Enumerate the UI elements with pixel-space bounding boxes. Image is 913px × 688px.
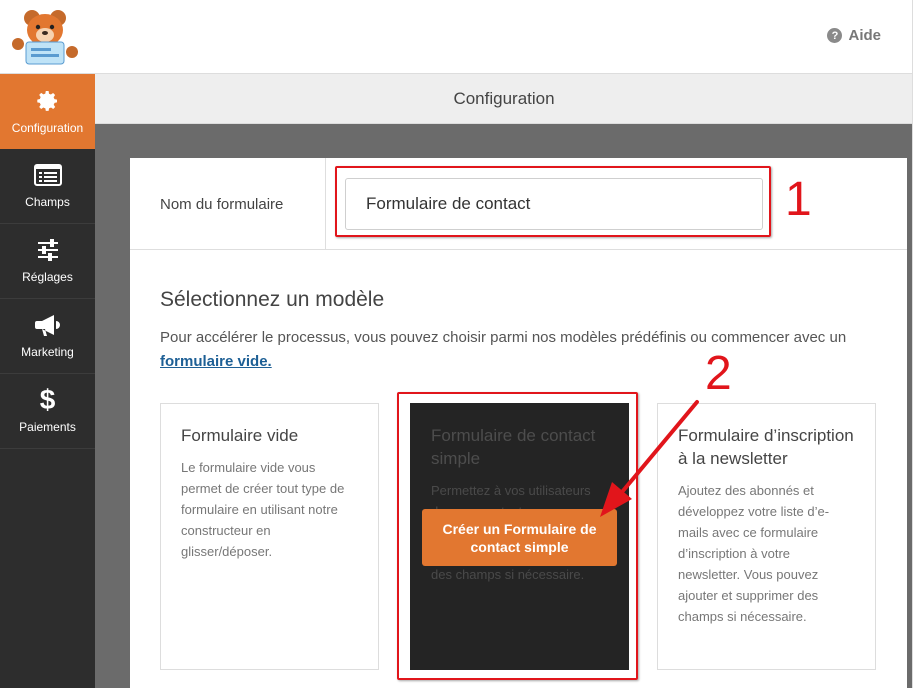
dollar-icon: $ [39, 384, 56, 415]
list-icon [33, 163, 62, 187]
annotation-box-form-name [335, 166, 771, 237]
blank-form-link[interactable]: formulaire vide. [160, 353, 272, 370]
template-section-description: Pour accélérer le processus, vous pouvez… [160, 326, 880, 374]
sidebar-item-reglages[interactable]: Réglages [0, 224, 95, 299]
template-card-title: Formulaire d’inscription à la newsletter [678, 426, 854, 468]
sidebar-item-marketing[interactable]: Marketing [0, 299, 95, 374]
megaphone-icon [34, 313, 62, 337]
form-name-label: Nom du formulaire [130, 158, 326, 250]
sidebar-item-label: Configuration [11, 120, 84, 135]
top-bar: ? Aide [0, 0, 913, 74]
template-card-title: Formulaire vide [181, 426, 299, 445]
sidebar-item-label: Réglages [22, 270, 73, 284]
page-title: Configuration [453, 88, 555, 108]
question-circle-icon: ? [827, 28, 843, 43]
help-label: Aide [848, 27, 881, 44]
sidebar-item-label: Marketing [21, 345, 74, 359]
sidebar-item-configuration[interactable]: Configuration [0, 74, 95, 149]
annotation-number-1: 1 [785, 173, 812, 226]
sidebar: Configuration Champs Réglages Marketing … [0, 74, 95, 688]
sidebar-item-label: Champs [25, 195, 70, 209]
sliders-icon [34, 238, 62, 262]
template-card-description: Ajoutez des abonnés et développez votre … [678, 483, 830, 624]
wpforms-bear-logo[interactable] [10, 8, 80, 66]
annotation-number-2: 2 [705, 347, 732, 400]
template-card-description: Le formulaire vide vous permet de créer … [181, 460, 345, 559]
template-card-newsletter[interactable]: Formulaire d’inscription à la newsletter… [657, 403, 876, 670]
gear-icon [34, 89, 62, 113]
sidebar-item-label: Paiements [19, 420, 76, 434]
template-card-blank[interactable]: Formulaire vide Le formulaire vide vous … [160, 403, 379, 670]
sidebar-item-champs[interactable]: Champs [0, 149, 95, 224]
page-header: Configuration [95, 74, 913, 124]
sidebar-item-paiements[interactable]: $ Paiements [0, 374, 95, 449]
help-link[interactable]: ? Aide [827, 27, 881, 44]
description-text: Pour accélérer le processus, vous pouvez… [160, 329, 847, 346]
template-section-title: Sélectionnez un modèle [160, 288, 385, 311]
annotation-box-template [397, 392, 638, 680]
